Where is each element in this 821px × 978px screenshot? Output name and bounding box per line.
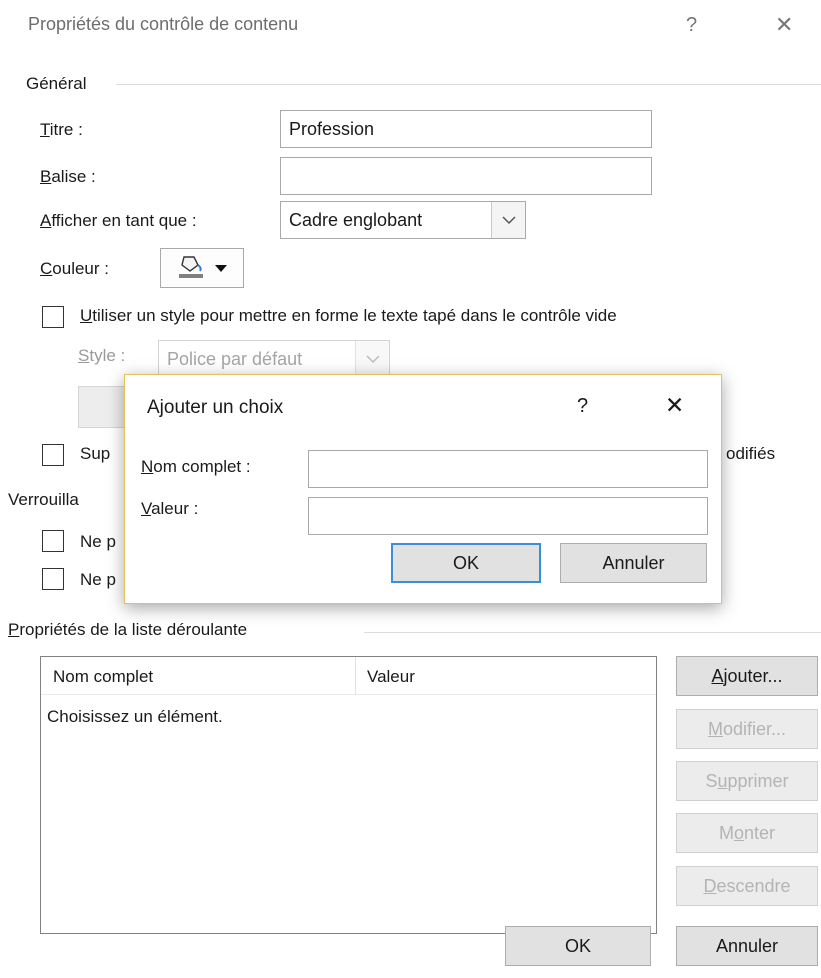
verrouillage-group-label: Verrouilla [8, 490, 79, 509]
verrouillage-checkbox-1[interactable] [42, 530, 64, 552]
modal-close-icon[interactable]: ✕ [665, 392, 684, 419]
descendre-button[interactable]: Descendre [676, 866, 818, 906]
chevron-down-icon [355, 341, 389, 377]
close-icon[interactable]: ✕ [775, 12, 793, 38]
modal-valeur-input[interactable] [308, 497, 708, 535]
style-label: Style : [78, 346, 126, 365]
ajouter-choix-dialog: Ajouter un choix ? ✕ Nom complet : Valeu… [124, 374, 722, 604]
liste-group-label: Propriétés de la liste déroulante [8, 620, 248, 639]
modal-nom-label: Nom complet : [141, 457, 251, 476]
chevron-down-icon[interactable] [491, 202, 525, 238]
titre-label-text: itre : [49, 120, 83, 139]
utiliser-style-checkbox[interactable] [42, 306, 64, 328]
titre-label: Titre : [40, 120, 83, 139]
couleur-button[interactable] [160, 248, 244, 288]
afficher-combobox[interactable]: Cadre englobant [280, 201, 526, 239]
supprimer-label-start: Sup [80, 444, 111, 463]
afficher-value: Cadre englobant [289, 209, 423, 230]
afficher-label: Afficher en tant que : [40, 211, 197, 230]
utiliser-style-text: tiliser un style pour mettre en forme le… [92, 306, 617, 325]
paint-bucket-icon [177, 253, 205, 284]
modal-help-icon[interactable]: ? [577, 395, 588, 418]
utiliser-style-label[interactable]: Utiliser un style pour mettre en forme l… [80, 306, 617, 326]
modifier-button[interactable]: Modifier... [676, 709, 818, 749]
supprimer-label-end: odifiés [726, 444, 776, 463]
couleur-label: Couleur : [40, 259, 109, 278]
modal-nom-input[interactable] [308, 450, 708, 488]
column-header-nom[interactable]: Nom complet [53, 667, 153, 687]
monter-button[interactable]: Monter [676, 813, 818, 853]
liste-group-divider [364, 632, 821, 633]
window-title: Propriétés du contrôle de contenu [28, 14, 299, 34]
column-divider[interactable] [355, 657, 356, 695]
ok-button[interactable]: OK [505, 926, 651, 966]
titre-input[interactable]: Profession [280, 110, 652, 148]
verrouillage-label-2: Ne p [80, 570, 116, 589]
help-icon[interactable]: ? [686, 14, 697, 37]
general-group-divider [116, 84, 821, 85]
style-value: Police par défaut [167, 348, 303, 369]
list-item[interactable]: Choisissez un élément. [47, 707, 223, 727]
balise-label: Balise : [40, 167, 96, 186]
modal-title: Ajouter un choix [147, 397, 284, 418]
list-item-name: Choisissez un élément. [47, 707, 223, 726]
modal-annuler-button[interactable]: Annuler [560, 543, 707, 583]
dropdown-caret-icon [215, 258, 227, 278]
choices-list[interactable]: Nom complet Valeur Choisissez un élément… [40, 656, 657, 934]
balise-input[interactable] [280, 157, 652, 195]
ajouter-button[interactable]: Ajouter... [676, 656, 818, 696]
style-combobox[interactable]: Police par défaut [158, 340, 390, 378]
supprimer-checkbox[interactable] [42, 444, 64, 466]
verrouillage-label-1: Ne p [80, 532, 116, 551]
list-header: Nom complet Valeur [41, 657, 656, 695]
supprimer-button[interactable]: Supprimer [676, 761, 818, 801]
verrouillage-checkbox-2[interactable] [42, 568, 64, 590]
general-group-label: Général [26, 74, 87, 93]
modal-valeur-label: Valeur : [141, 499, 199, 518]
modal-ok-button[interactable]: OK [391, 543, 541, 583]
column-header-valeur[interactable]: Valeur [367, 667, 415, 687]
annuler-button[interactable]: Annuler [676, 926, 818, 966]
